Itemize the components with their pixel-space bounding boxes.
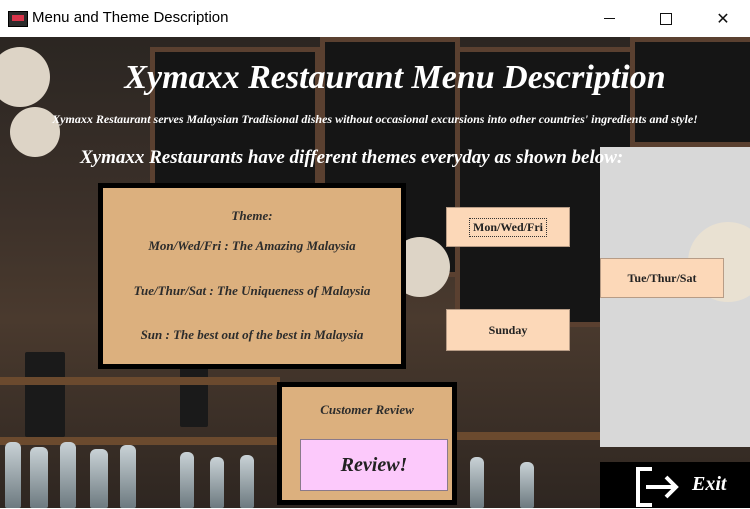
theme-mon-wed-fri: Mon/Wed/Fri : The Amazing Malaysia	[148, 238, 356, 253]
tue-thur-sat-label: Tue/Thur/Sat	[627, 270, 697, 285]
exit-button[interactable]: Exit	[600, 462, 750, 508]
themes-intro: Xymaxx Restaurants have different themes…	[80, 147, 624, 168]
sunday-button[interactable]: Sunday	[446, 309, 570, 351]
tue-thur-sat-button[interactable]: Tue/Thur/Sat	[600, 258, 724, 298]
sunday-label: Sunday	[488, 322, 528, 337]
content-overlay: Xymaxx Restaurant Menu Description Xymax…	[0, 37, 750, 508]
restaurant-description: Xymaxx Restaurant serves Malaysian Tradi…	[52, 112, 698, 126]
close-icon: ✕	[716, 8, 730, 28]
page-title: Xymaxx Restaurant Menu Description	[124, 59, 666, 96]
mon-wed-fri-label: Mon/Wed/Fri	[469, 217, 547, 237]
theme-panel: Theme: Mon/Wed/Fri : The Amazing Malaysi…	[98, 183, 406, 369]
customer-review-label: Customer Review	[320, 402, 414, 417]
title-bar: Menu and Theme Description ✕	[0, 0, 750, 37]
exit-label: Exit	[692, 473, 727, 495]
theme-tue-thur-sat: Tue/Thur/Sat : The Uniqueness of Malaysi…	[133, 283, 371, 298]
exit-arrow-icon	[636, 467, 679, 507]
app-icon	[8, 11, 28, 27]
minimize-button[interactable]	[586, 0, 632, 37]
customer-review-panel: Customer Review Review!	[277, 382, 457, 505]
maximize-button[interactable]	[643, 0, 689, 37]
minimize-icon	[603, 18, 615, 19]
mon-wed-fri-button[interactable]: Mon/Wed/Fri	[446, 207, 570, 247]
theme-heading: Theme:	[231, 208, 273, 223]
review-button[interactable]: Review!	[300, 439, 448, 491]
window-title: Menu and Theme Description	[32, 9, 229, 26]
close-button[interactable]: ✕	[700, 0, 746, 37]
maximize-icon	[660, 12, 672, 25]
theme-sunday: Sun : The best out of the best in Malays…	[140, 327, 364, 342]
